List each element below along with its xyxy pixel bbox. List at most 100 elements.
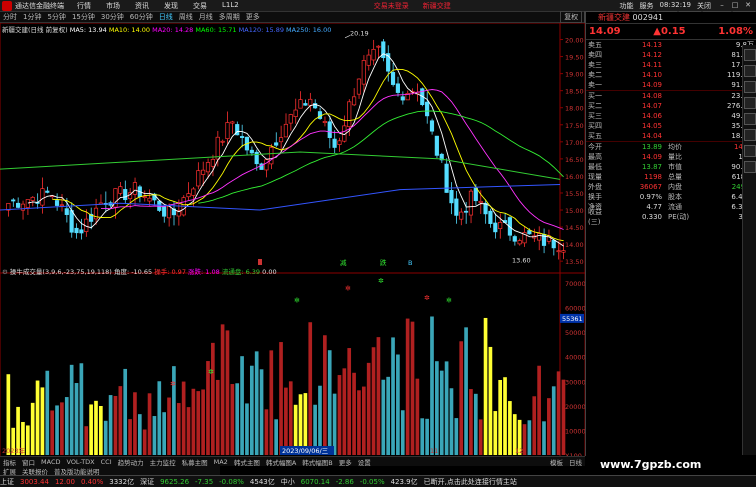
volume-bar xyxy=(240,356,244,455)
right-menu-item[interactable]: 关闭 xyxy=(697,1,711,11)
order-row[interactable]: 买三 14.0649.2万 xyxy=(586,111,756,121)
order-row[interactable]: 买一 14.0823.7万 xyxy=(586,91,756,101)
indicator-tab[interactable]: CCI xyxy=(101,458,112,466)
side-tool-button[interactable] xyxy=(744,97,756,109)
period-tab[interactable]: 15分钟 xyxy=(72,12,95,22)
volume-bar xyxy=(284,387,288,455)
period-tab[interactable]: 1分钟 xyxy=(23,12,41,22)
right-menu-item[interactable]: 功能 xyxy=(620,1,634,11)
period-tab[interactable]: 5分钟 xyxy=(47,12,65,22)
period-tab[interactable]: 月线 xyxy=(199,12,213,22)
side-tool-button[interactable] xyxy=(744,129,756,141)
candle-body xyxy=(517,240,522,245)
indicator-tab[interactable]: 主力监控 xyxy=(150,457,176,467)
order-row[interactable]: 卖一 14.0991.2万 xyxy=(586,80,756,90)
indicator-legend: ⚙ 操牛成交量(3,9,6,-23,75,19,118) 角度: -10.65 … xyxy=(2,266,277,276)
indicator-tab[interactable]: MACD xyxy=(41,458,60,466)
tool-button[interactable]: 复权 xyxy=(560,11,583,23)
order-row[interactable]: 卖二 14.10 119.7万 xyxy=(586,70,756,80)
order-row[interactable]: 买五 14.0418.2万 xyxy=(586,131,756,141)
menu-item[interactable]: 市场 xyxy=(106,1,120,11)
main-menu: 行情 市场 资讯 发现 交易 L1L2 xyxy=(77,1,254,11)
candle-body xyxy=(25,199,30,208)
volume-bar xyxy=(357,390,361,455)
side-tool-button[interactable] xyxy=(744,113,756,125)
minimize-icon[interactable]: – xyxy=(717,1,727,10)
indicator-tab[interactable]: 韩式幅图A xyxy=(266,457,296,467)
period-tab[interactable]: 日线 xyxy=(159,12,173,22)
order-row[interactable]: 买二 14.07 276.8万 xyxy=(586,101,756,111)
menu-item[interactable]: 交易 xyxy=(193,1,207,11)
extension-tab[interactable]: 关联报价 xyxy=(22,466,48,476)
stock-alert[interactable]: 新疆交建 xyxy=(423,1,451,11)
period-tab[interactable]: 30分钟 xyxy=(101,12,124,22)
template-tab[interactable]: 模板 xyxy=(550,457,563,467)
candle-body xyxy=(395,83,400,93)
volume-bar xyxy=(113,395,118,455)
menu-item[interactable]: 资讯 xyxy=(135,1,149,11)
order-volume: 81.3万 xyxy=(662,50,754,60)
star-marker: ✲ xyxy=(208,368,214,376)
menu-item[interactable]: 行情 xyxy=(77,1,91,11)
volume-bar xyxy=(225,330,230,455)
volume-bar xyxy=(274,419,278,455)
period-tab[interactable]: 60分钟 xyxy=(130,12,153,22)
extension-tab[interactable]: 扩展 xyxy=(3,466,16,476)
period-tab[interactable]: 多周期 xyxy=(219,12,240,22)
candle-body xyxy=(390,72,396,85)
order-row[interactable]: 卖五 14.139.8万 xyxy=(586,40,756,50)
volume-bar xyxy=(405,318,410,455)
indicator-tab[interactable]: 韩式幅图B xyxy=(302,457,332,467)
bid-book: 买一 14.0823.7万买二 14.07 276.8万买三 14.0649.2万买四 1… xyxy=(586,91,756,142)
ma-value: MA250: 16.00 xyxy=(283,26,332,34)
high-label: 20.19 xyxy=(350,29,369,37)
volume-bar xyxy=(556,371,561,455)
indicator-tab[interactable]: 设置 xyxy=(358,457,371,467)
candle-body xyxy=(162,206,167,217)
candle-body xyxy=(254,151,259,165)
extension-tab[interactable]: 普及版功能说明 xyxy=(54,466,100,476)
period-tab[interactable]: 周线 xyxy=(179,12,193,22)
side-tool-button[interactable] xyxy=(744,49,756,61)
side-tool-button[interactable] xyxy=(744,161,756,173)
indicator-tab[interactable]: 韩式主图 xyxy=(234,457,260,467)
order-row[interactable]: 卖三 14.1117.2万 xyxy=(586,60,756,70)
volume-bar xyxy=(425,418,429,455)
indicator-tab[interactable]: 私募主图 xyxy=(182,457,208,467)
indicator-settings-icon[interactable]: ⚙ xyxy=(2,268,8,276)
info-row: 现量1198总量61814 xyxy=(586,172,756,182)
candle-body xyxy=(239,136,245,138)
template-tab[interactable]: 日线 xyxy=(569,457,582,467)
right-menu-item[interactable]: 08:32:19 xyxy=(660,1,691,11)
side-tool-button[interactable] xyxy=(744,65,756,77)
order-label: 卖三 xyxy=(588,61,602,69)
side-tool-button[interactable] xyxy=(744,81,756,93)
side-tool-button[interactable] xyxy=(744,145,756,157)
order-row[interactable]: 卖四 14.1281.3万 xyxy=(586,50,756,60)
period-tab[interactable]: 更多 xyxy=(246,12,260,22)
menu-item[interactable]: 发现 xyxy=(164,1,178,11)
volume-bar xyxy=(449,388,454,455)
login-alert[interactable]: 交易未登录 xyxy=(374,1,409,11)
kline-chart[interactable]: 20.00 19.50 19.00 18.50 18.00 17.50 17.00 16.50… xyxy=(0,23,585,458)
candle-body xyxy=(561,250,566,253)
volume-bar xyxy=(30,402,35,455)
candle-body xyxy=(537,233,542,241)
order-row[interactable]: 买四 14.0535.7万 xyxy=(586,121,756,131)
candle-body xyxy=(361,60,366,85)
right-menu-item[interactable]: 服务 xyxy=(640,1,654,11)
close-icon[interactable]: ✕ xyxy=(743,1,753,10)
indicator-tab[interactable]: VOL-TDX xyxy=(66,458,94,466)
price-tick-label: 17.00 xyxy=(565,139,584,147)
indicator-tab[interactable]: 趋势动力 xyxy=(118,457,144,467)
indicator-tab[interactable]: 更多 xyxy=(339,457,352,467)
indicator-tab[interactable]: MA2 xyxy=(214,458,228,466)
candle-body xyxy=(147,197,152,202)
candle-body xyxy=(454,198,459,216)
status-item[interactable]: 已断开,点击此处连接行情主站 xyxy=(424,477,517,487)
star-marker: ✲ xyxy=(424,294,430,302)
maximize-icon[interactable]: □ xyxy=(730,1,740,10)
volume-bar xyxy=(162,412,166,455)
menu-item[interactable]: L1L2 xyxy=(222,1,239,11)
period-tab[interactable]: 分时 xyxy=(3,12,17,22)
